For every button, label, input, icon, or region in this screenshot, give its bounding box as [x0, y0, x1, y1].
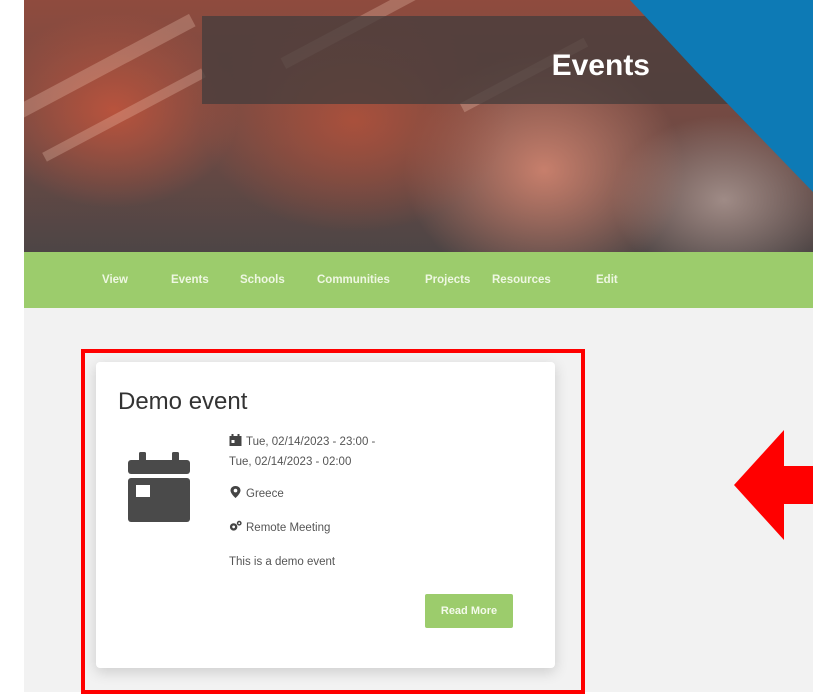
tab-edit[interactable]: Edit: [596, 274, 618, 286]
arrow-icon: [734, 430, 813, 540]
tab-projects[interactable]: Projects: [425, 274, 470, 286]
tab-schools[interactable]: Schools: [240, 274, 285, 286]
tab-resources[interactable]: Resources: [492, 274, 551, 286]
tab-communities[interactable]: Communities: [317, 274, 390, 286]
tab-navigation: View Events Schools Communities Projects…: [24, 252, 813, 308]
highlight-box: [81, 349, 585, 694]
corner-decoration: [600, 0, 813, 192]
tab-view[interactable]: View: [102, 274, 128, 286]
tab-events[interactable]: Events: [171, 274, 209, 286]
